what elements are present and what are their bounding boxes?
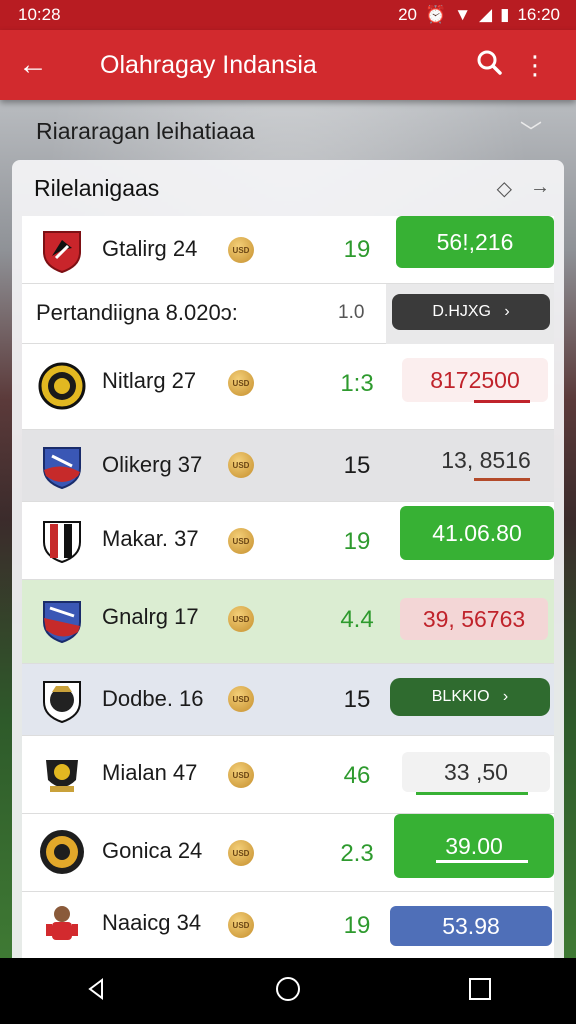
list-item[interactable]: Naaicg 34 USD 19 53.98 [22,892,554,960]
list-item[interactable]: Olikerg 37 USD 15 13, 8516 [22,430,554,502]
value-pill[interactable]: 53.98 [390,906,552,946]
app-title: Olahragay Indansia [100,50,317,79]
score: 19 [343,236,371,263]
match-button[interactable]: D.HJXG › [392,294,550,330]
list-item[interactable]: Nitlarg 27 USD 1:3 8172500 [22,344,554,430]
more-options-icon[interactable]: ⋮ [512,50,558,81]
score: 15 [343,452,371,479]
team-name: Nitlarg 27 [102,368,197,393]
list-item[interactable]: Mialan 47 USD 46 33 ,50 [22,736,554,814]
team-name: Gtalirg 24 [102,236,198,261]
team-name: Gonica 24 [102,838,203,863]
status-time: 10:28 [18,5,61,24]
match-value: 1.0 [338,302,365,323]
value-pill[interactable]: 8172500 [402,358,548,402]
status-bar: 10:28 20 ⏰ ▼ ◢ ▮ 16:20 [0,0,576,30]
team-logo-icon [38,750,86,798]
status-text: 20 [398,5,418,24]
team-logo-icon [38,362,86,410]
value-pill[interactable]: 33 ,50 [402,752,550,792]
team-name: Gnalrg 17 [102,604,199,629]
coin-icon: USD [228,762,254,788]
coin-icon: USD [228,528,254,554]
match-header-row: Pertandiigna 8.020ɔ: 1.0 D.HJXG › [22,284,554,344]
team-logo-icon [38,828,86,876]
coin-icon: USD [228,606,254,632]
standings-card: Rilelanigaas ◇ → Gtalirg 24 USD 19 56!,2… [12,160,564,960]
team-logo-icon [38,442,86,490]
score: 4.4 [340,606,374,633]
chevron-down-icon: ﹀ [519,120,542,145]
value-pill[interactable]: 39, 56763 [400,598,548,640]
value-pill[interactable]: 13, 8516 [426,442,546,478]
back-arrow-icon[interactable]: ← [18,48,68,82]
match-label: Pertandiigna 8.020ɔ: [36,300,238,325]
score: 19 [343,912,371,939]
player-avatar-icon [38,902,86,950]
recents-icon[interactable] [468,977,492,1006]
score: 46 [343,762,371,789]
team-logo-icon [38,676,86,724]
team-name: Makar. 37 [102,526,199,551]
team-logo-icon [38,596,86,644]
battery-icon: ▮ [500,5,510,24]
list-item[interactable]: Gnalrg 17 USD 4.4 39, 56763 [22,580,554,664]
team-name: Olikerg 37 [102,452,203,477]
list-item[interactable]: Gtalirg 24 USD 19 56!,216 [22,216,554,284]
status-clock: 16:20 [517,5,560,24]
score: 15 [343,686,371,713]
app-bar: ← Olahragay Indansia ⋮ [0,30,576,100]
chevron-right-icon: › [502,688,509,705]
value-pill[interactable]: 41.06.80 [400,506,554,560]
search-icon[interactable] [466,49,512,82]
alarm-icon: ⏰ [425,5,447,24]
arrow-right-icon[interactable]: → [530,176,550,201]
value-pill[interactable]: 39.00 [394,814,554,878]
coin-icon: USD [228,452,254,478]
diamond-icon[interactable]: ◇ [497,176,512,201]
value-pill[interactable]: 56!,216 [396,216,554,268]
team-logo-icon [38,226,86,274]
team-name: Dodbe. 16 [102,686,204,711]
wifi-icon: ▼ [454,5,472,24]
card-header: Rilelanigaas ◇ → [12,160,564,216]
list-item[interactable]: Dodbe. 16 USD 15 BLKKIO › [22,664,554,736]
signal-icon: ◢ [479,5,493,24]
value-button[interactable]: BLKKIO › [390,678,550,716]
coin-icon: USD [228,686,254,712]
system-nav-bar [0,958,576,1024]
section-dropdown[interactable]: Riararagan leihatiaaa ﹀ [0,108,576,154]
coin-icon: USD [228,237,254,263]
score: 2.3 [340,840,374,867]
coin-icon: USD [228,912,254,938]
score: 1:3 [340,370,374,397]
list-item[interactable]: Gonica 24 USD 2.3 39.00 [22,814,554,892]
list-item[interactable]: Makar. 37 USD 19 41.06.80 [22,502,554,580]
score: 19 [343,528,371,555]
card-title: Rilelanigaas [34,174,160,201]
home-icon[interactable] [275,976,301,1007]
coin-icon: USD [228,840,254,866]
chevron-right-icon: › [504,303,510,320]
back-icon[interactable] [84,977,108,1006]
team-logo-icon [38,516,86,564]
section-title: Riararagan leihatiaaa [36,117,255,144]
team-name: Mialan 47 [102,760,198,785]
coin-icon: USD [228,370,254,396]
team-name: Naaicg 34 [102,910,202,935]
